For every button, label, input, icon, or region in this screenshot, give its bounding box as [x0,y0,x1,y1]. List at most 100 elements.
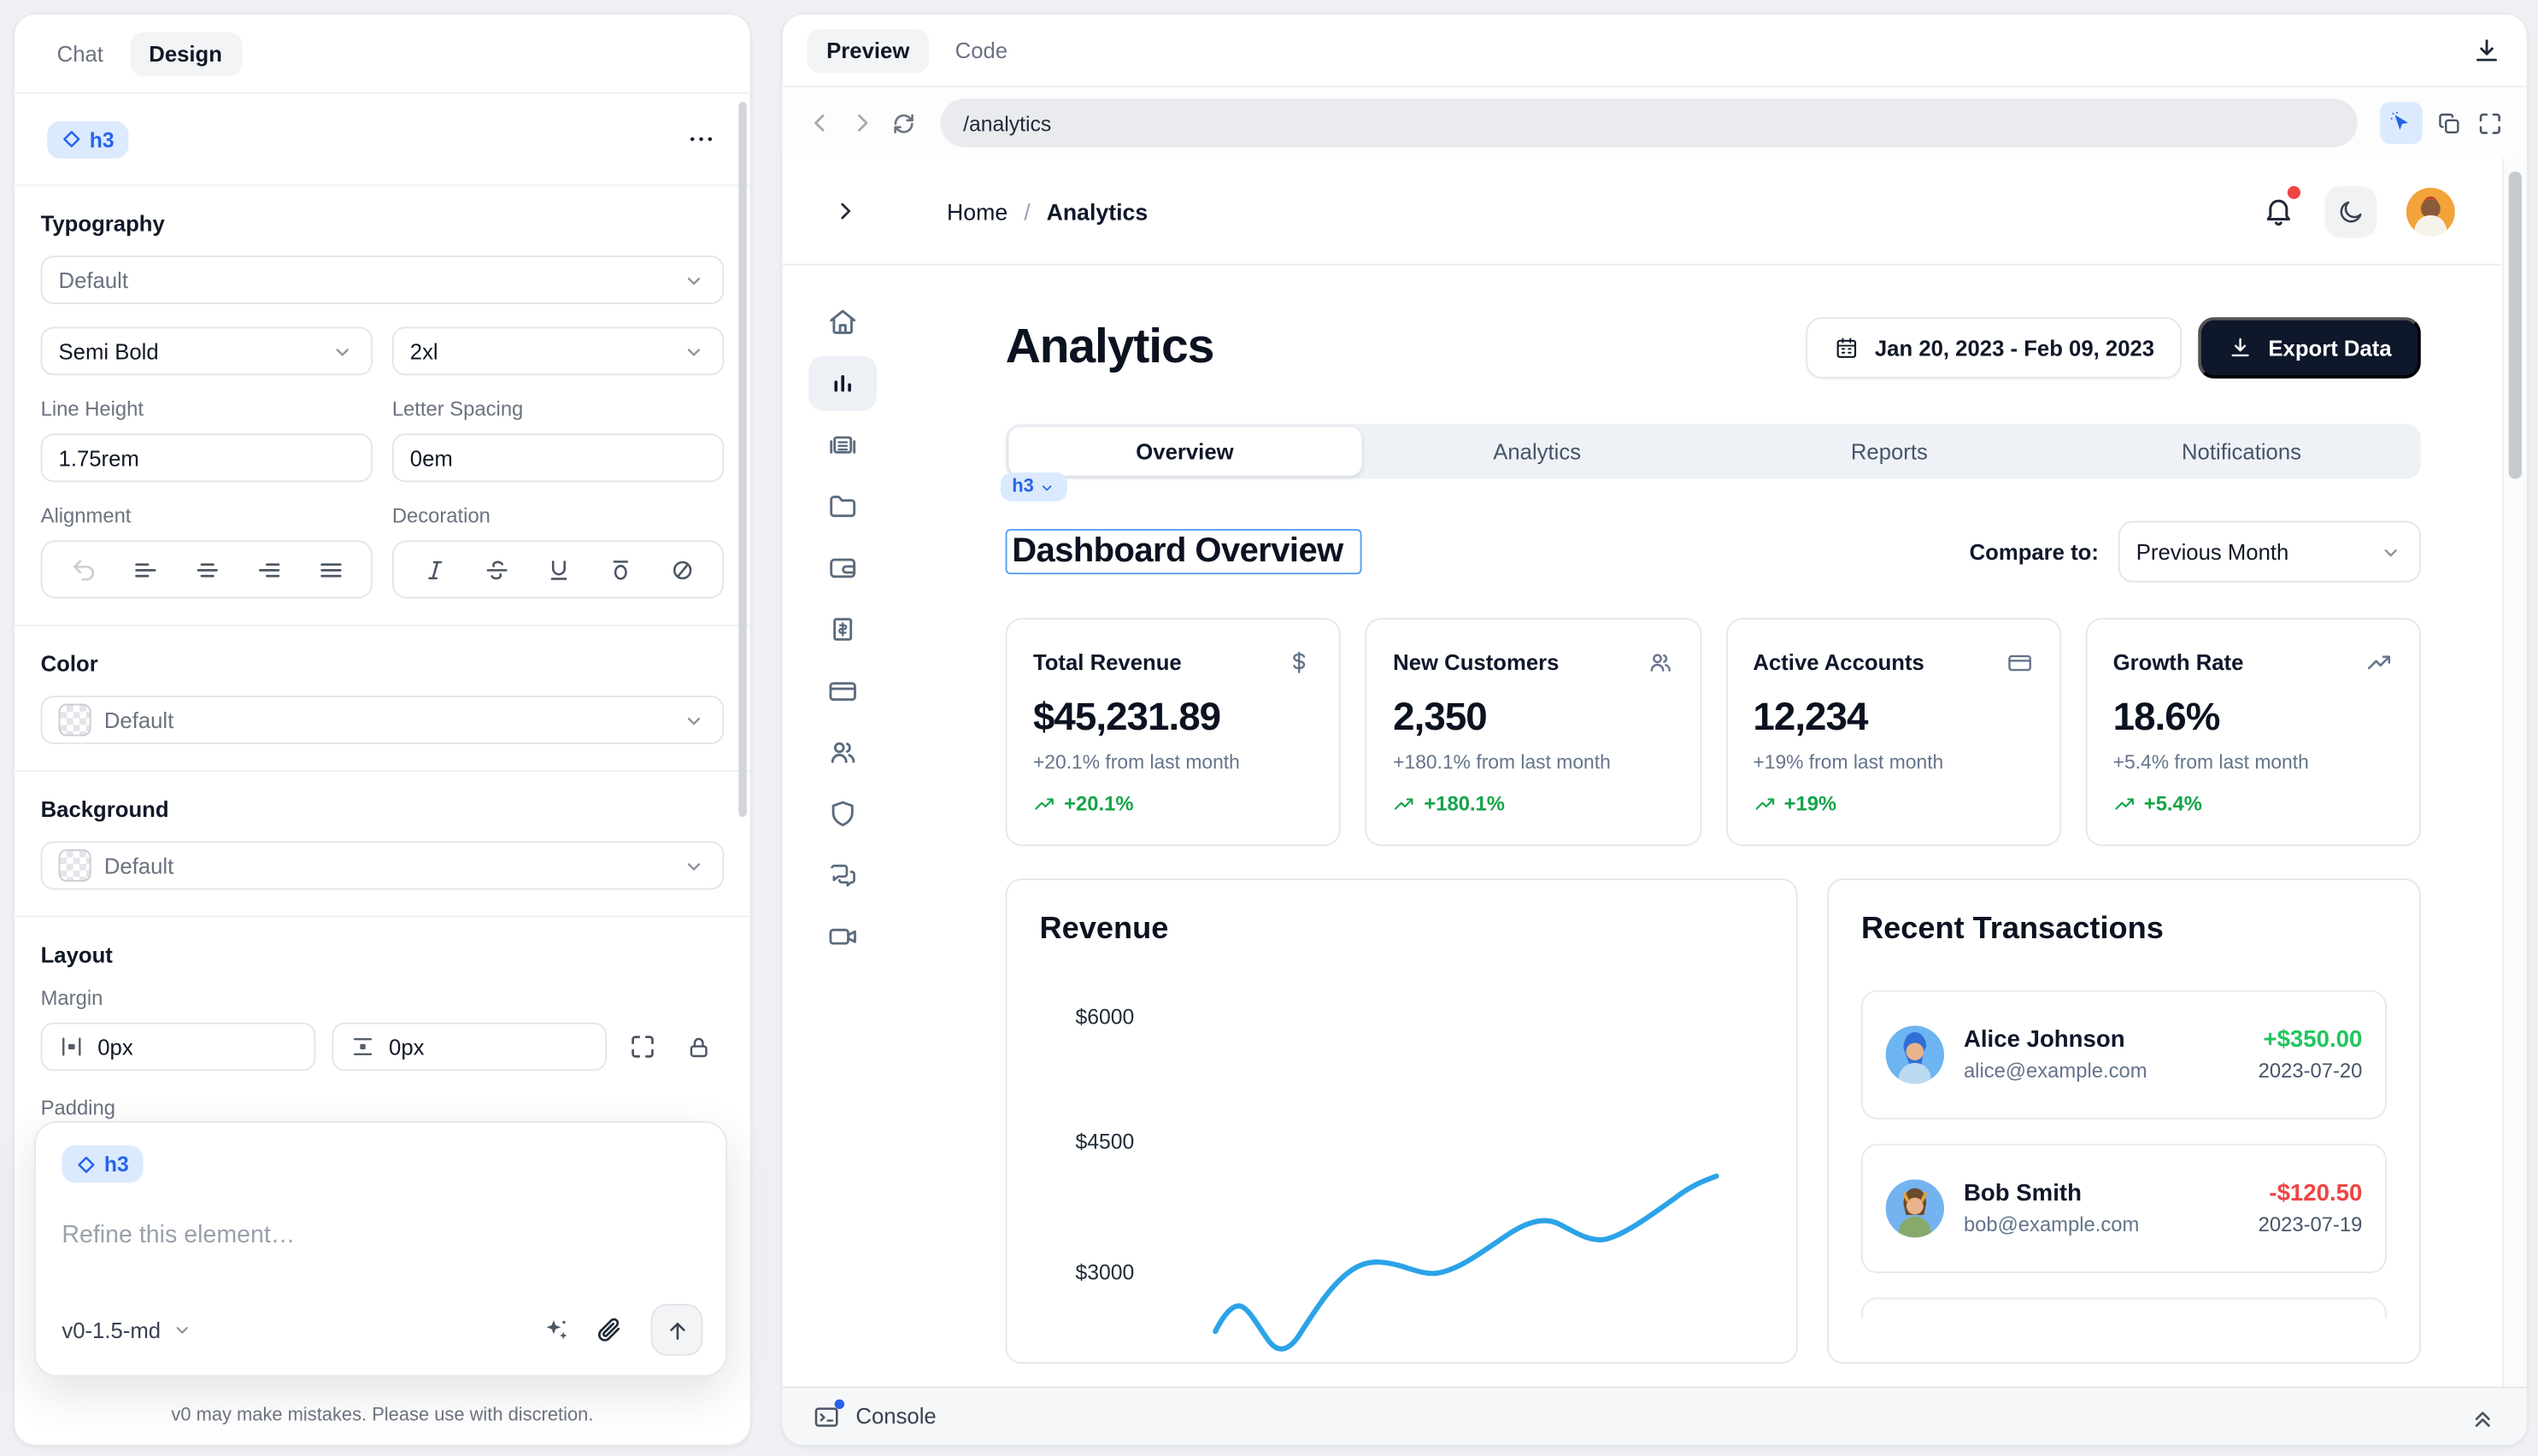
tab-reports[interactable]: Reports [1713,427,2065,476]
color-select[interactable]: Default [41,696,725,744]
margin-x-input[interactable]: 0px [41,1023,316,1071]
nav-forward-icon[interactable] [848,109,877,138]
strikethrough-icon[interactable] [475,549,518,590]
sidebar-item-security[interactable] [808,786,877,841]
transaction-email: bob@example.com [1964,1213,2139,1236]
dollar-icon [1286,649,1313,676]
typography-heading: Typography [41,212,725,236]
nav-back-icon[interactable] [805,109,834,138]
align-center-icon[interactable] [185,549,228,590]
chat-icon [826,859,859,891]
margin-vertical-icon [350,1034,375,1060]
dark-mode-toggle[interactable] [2325,185,2377,238]
sparkles-icon[interactable] [540,1314,571,1345]
trending-up-icon [1753,793,1776,816]
selected-heading-outline[interactable]: Dashboard Overview [1006,529,1361,574]
selected-element-chip[interactable]: h3 [47,120,129,158]
composer-element-chip[interactable]: h3 [62,1145,144,1183]
transaction-row[interactable]: Alice Johnson alice@example.com +$350.00… [1861,990,2387,1119]
copy-icon[interactable] [2435,109,2463,137]
sidebar-item-files[interactable] [808,478,877,533]
line-height-input[interactable]: 1.75rem [41,433,373,482]
sidebar-item-home[interactable] [808,295,877,349]
y-axis-tick: $3000 [1075,1260,1134,1284]
font-size-value: 2xl [410,339,438,363]
font-weight-value: Semi Bold [59,339,159,363]
avatar [1886,1179,1945,1237]
tab-analytics[interactable]: Analytics [1361,427,1713,476]
fullscreen-icon[interactable] [2476,109,2504,137]
user-avatar[interactable] [2406,187,2455,236]
align-justify-icon[interactable] [309,549,352,590]
arrow-up-icon [663,1316,690,1343]
tab-preview[interactable]: Preview [807,28,929,72]
stat-delta: +20.1% [1064,793,1133,816]
no-decoration-icon[interactable] [661,549,703,590]
undo-icon[interactable] [62,549,104,590]
ellipsis-menu-icon[interactable] [685,123,718,156]
left-panel-scrollbar[interactable] [738,102,747,817]
sidebar-item-users[interactable] [808,725,877,779]
notifications-bell-icon[interactable] [2261,194,2295,228]
font-size-select[interactable]: 2xl [392,326,724,375]
model-select[interactable]: v0-1.5-md [62,1318,193,1342]
sidebar-item-cards[interactable] [808,663,877,718]
stat-label: Total Revenue [1033,650,1182,674]
sidebar-item-wallet[interactable] [808,540,877,595]
sidebar-item-video[interactable] [808,909,877,964]
line-height-label: Line Height [41,398,373,421]
transaction-row[interactable]: Bob Smith bob@example.com -$120.50 2023-… [1861,1144,2387,1273]
refresh-icon[interactable] [890,109,917,137]
tab-overview[interactable]: Overview [1008,427,1360,476]
stat-card-active-accounts: Active Accounts 12,234 +19% from last mo… [1725,618,2061,846]
margin-y-input[interactable]: 0px [332,1023,607,1071]
stat-label: Growth Rate [2113,650,2244,674]
transaction-date: 2023-07-20 [2259,1060,2363,1083]
export-data-button[interactable]: Export Data [2199,317,2421,379]
tab-code[interactable]: Code [936,28,1027,72]
tab-design[interactable]: Design [129,32,241,75]
sidebar-item-analytics[interactable] [808,356,877,411]
send-button[interactable] [651,1304,703,1356]
breadcrumb-home[interactable]: Home [947,198,1008,224]
font-family-select[interactable]: Default [41,255,725,304]
align-left-icon[interactable] [124,549,167,590]
overline-icon[interactable] [599,549,642,590]
background-heading: Background [41,797,725,821]
preview-scrollbar[interactable] [2502,159,2527,1387]
refine-input[interactable]: Refine this element… [62,1221,699,1248]
margin-lock-icon[interactable] [679,1033,718,1060]
italic-icon[interactable] [414,549,456,590]
letter-spacing-value: 0em [410,446,453,470]
align-right-icon[interactable] [247,549,290,590]
compare-select[interactable]: Previous Month [2118,521,2421,583]
tab-chat[interactable]: Chat [38,32,123,75]
sidebar-item-receipts[interactable] [808,602,877,656]
font-weight-select[interactable]: Semi Bold [41,326,373,375]
transaction-name: Bob Smith [1964,1181,2139,1206]
margin-expand-icon[interactable] [623,1032,662,1061]
download-icon[interactable] [2471,35,2502,66]
inspect-cursor-icon[interactable] [2380,102,2423,144]
letter-spacing-input[interactable]: 0em [392,433,724,482]
sidebar-item-invoices[interactable] [808,417,877,472]
sidebar-toggle-icon[interactable] [831,197,859,225]
chevrons-up-icon[interactable] [2468,1402,2497,1431]
console-bar[interactable]: Console [783,1387,2527,1445]
transactions-title: Recent Transactions [1861,913,2387,948]
tab-notifications[interactable]: Notifications [2065,427,2418,476]
attach-icon[interactable] [594,1314,625,1345]
console-label: Console [855,1404,936,1428]
date-range-button[interactable]: Jan 20, 2023 - Feb 09, 2023 [1807,317,2183,379]
design-panel: Chat Design h3 Typography Default Semi B… [13,13,751,1446]
inspected-element-chip[interactable]: h3 [1001,473,1068,502]
scrollbar-thumb[interactable] [2509,172,2522,479]
sidebar-item-messages[interactable] [808,848,877,902]
underline-icon[interactable] [537,549,579,590]
transaction-name: Alice Johnson [1964,1027,2147,1053]
background-select[interactable]: Default [41,842,725,890]
composer-element-label: h3 [104,1152,129,1176]
transaction-row-partial [1861,1297,2387,1318]
diamond-icon [76,1154,96,1174]
url-bar[interactable]: /analytics [940,98,2357,147]
